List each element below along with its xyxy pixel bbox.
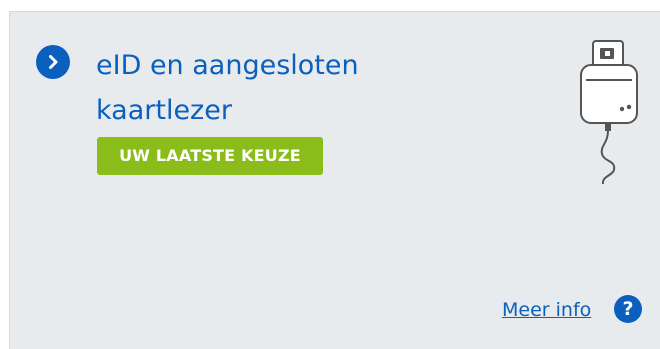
more-info-link[interactable]: Meer info	[502, 299, 591, 321]
question-icon[interactable]: ?	[614, 295, 642, 323]
chevron-right-icon[interactable]	[36, 45, 70, 79]
option-card-eid[interactable]: eID en aangesloten kaartlezer UW LAATSTE…	[9, 11, 660, 349]
option-title[interactable]: eID en aangesloten kaartlezer	[96, 43, 476, 133]
card-reader-icon	[580, 40, 638, 185]
last-choice-badge: UW LAATSTE KEUZE	[97, 137, 323, 175]
